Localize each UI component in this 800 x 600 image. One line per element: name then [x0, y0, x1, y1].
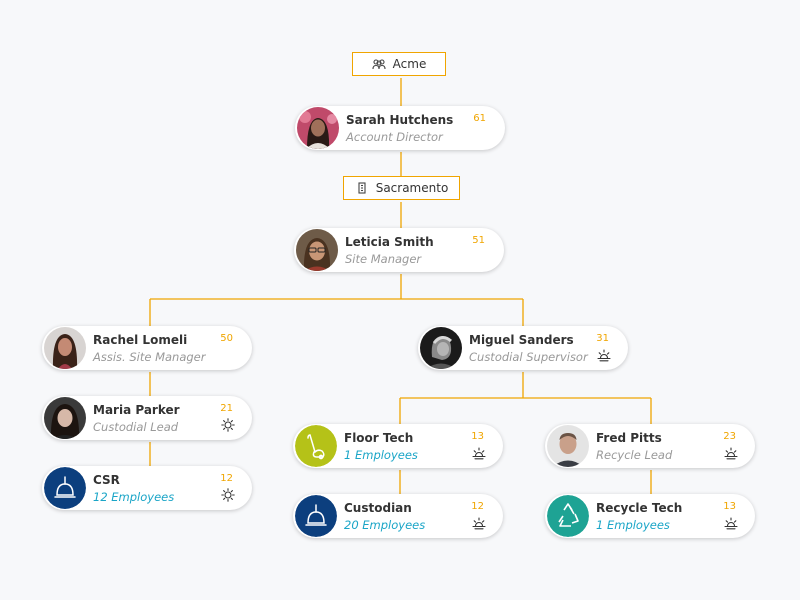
headcount: 61: [473, 113, 486, 124]
employee-card-leticia-smith[interactable]: Leticia Smith Site Manager 51: [294, 228, 504, 272]
team-card-recycle-tech[interactable]: Recycle Tech 1 Employees 13: [545, 494, 755, 538]
employee-role: Site Manager: [345, 252, 422, 266]
sunrise-icon: [597, 349, 611, 362]
team-name: Custodian: [344, 501, 412, 515]
sun-icon: [221, 418, 235, 432]
building-icon: [358, 182, 366, 194]
employee-role: Assis. Site Manager: [93, 350, 206, 364]
headcount: 23: [723, 431, 736, 442]
sunrise-icon: [724, 447, 738, 460]
employee-role: Custodial Supervisor: [469, 350, 588, 364]
recycle-icon: [547, 495, 589, 537]
employee-name: Fred Pitts: [596, 431, 662, 445]
avatar: [44, 327, 86, 369]
team-employee-count-link[interactable]: 1 Employees: [344, 448, 418, 462]
location-name: Sacramento: [375, 181, 449, 195]
employee-role: Account Director: [346, 130, 443, 144]
company-name: Acme: [392, 57, 427, 71]
avatar: [297, 107, 339, 149]
sunrise-icon: [724, 517, 738, 530]
team-employee-count-link[interactable]: 12 Employees: [93, 490, 174, 504]
cleaning-bell-icon: [44, 467, 86, 509]
headcount: 12: [471, 501, 484, 512]
team-card-custodian[interactable]: Custodian 20 Employees 12: [293, 494, 503, 538]
headcount: 51: [472, 235, 485, 246]
vacuum-icon: [295, 425, 337, 467]
group-icon: [372, 59, 386, 70]
headcount: 13: [471, 431, 484, 442]
employee-name: Miguel Sanders: [469, 333, 574, 347]
avatar: [420, 327, 462, 369]
employee-role: Recycle Lead: [596, 448, 673, 462]
employee-card-rachel-lomeli[interactable]: Rachel Lomeli Assis. Site Manager 50: [42, 326, 252, 370]
avatar: [44, 397, 86, 439]
headcount: 13: [723, 501, 736, 512]
employee-role: Custodial Lead: [93, 420, 179, 434]
headcount: 21: [220, 403, 233, 414]
employee-card-maria-parker[interactable]: Maria Parker Custodial Lead 21: [42, 396, 252, 440]
avatar: [296, 229, 338, 271]
team-name: CSR: [93, 473, 120, 487]
sun-icon: [221, 488, 235, 502]
employee-card-sarah-hutchens[interactable]: Sarah Hutchens Account Director 61: [295, 106, 505, 150]
avatar: [547, 425, 589, 467]
team-employee-count-link[interactable]: 1 Employees: [596, 518, 670, 532]
sunrise-icon: [472, 517, 486, 530]
employee-card-fred-pitts[interactable]: Fred Pitts Recycle Lead 23: [545, 424, 755, 468]
headcount: 50: [220, 333, 233, 344]
headcount: 31: [596, 333, 609, 344]
team-name: Floor Tech: [344, 431, 414, 445]
cleaning-bell-icon: [295, 495, 337, 537]
team-name: Recycle Tech: [596, 501, 683, 515]
employee-name: Rachel Lomeli: [93, 333, 188, 347]
employee-name: Sarah Hutchens: [346, 113, 454, 127]
team-card-csr[interactable]: CSR 12 Employees 12: [42, 466, 252, 510]
employee-card-miguel-sanders[interactable]: Miguel Sanders Custodial Supervisor 31: [418, 326, 628, 370]
location-node-sacramento[interactable]: Sacramento: [343, 176, 460, 200]
employee-name: Maria Parker: [93, 403, 180, 417]
sunrise-icon: [472, 447, 486, 460]
employee-name: Leticia Smith: [345, 235, 434, 249]
team-card-floor-tech[interactable]: Floor Tech 1 Employees 13: [293, 424, 503, 468]
company-node-acme[interactable]: Acme: [352, 52, 446, 76]
team-employee-count-link[interactable]: 20 Employees: [344, 518, 425, 532]
headcount: 12: [220, 473, 233, 484]
